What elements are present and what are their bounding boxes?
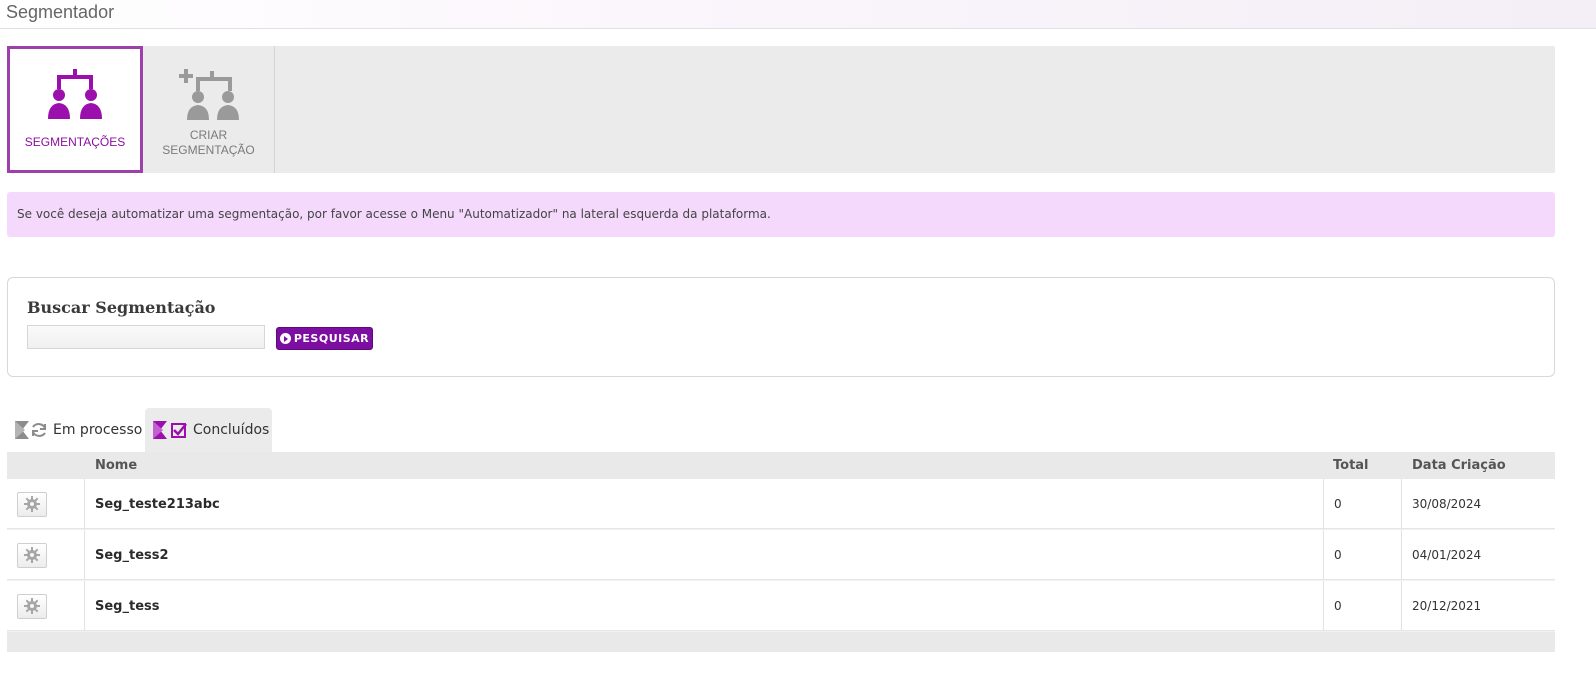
row-name[interactable]: Seg_tess2 <box>85 530 1324 580</box>
segment-group-icon <box>48 69 102 119</box>
table-footer <box>7 632 1555 652</box>
row-settings-button[interactable] <box>17 593 47 619</box>
page-title: Segmentador <box>6 2 115 22</box>
create-segment-icon <box>178 69 239 120</box>
row-date: 20/12/2021 <box>1412 599 1482 613</box>
column-header-date[interactable]: Data Criação <box>1412 458 1506 473</box>
column-header-total[interactable]: Total <box>1333 458 1369 473</box>
tab-concluidos-label: Concluídos <box>193 422 270 438</box>
search-title: Buscar Segmentação <box>27 298 216 317</box>
column-header-name[interactable]: Nome <box>95 458 137 473</box>
completed-icon <box>153 421 187 439</box>
table-header: Nome Total Data Criação <box>7 452 1555 479</box>
row-date: 04/01/2024 <box>1412 548 1482 562</box>
tab-em-processo-label: Em processo <box>53 422 143 438</box>
processing-icon <box>15 421 46 439</box>
tab-em-processo[interactable]: Em processo <box>7 408 145 452</box>
create-segmentation-label-line1: CRIAR <box>189 128 228 142</box>
search-button[interactable]: PESQUISAR <box>276 327 373 350</box>
segmentations-label: SEGMENTAÇÕES <box>24 135 126 149</box>
search-panel: Buscar Segmentação PESQUISAR <box>7 277 1555 377</box>
status-tabs: Em processo Concluídos <box>7 408 307 452</box>
row-name[interactable]: Seg_teste213abc <box>85 479 1324 529</box>
page-header: Segmentador <box>0 0 1596 29</box>
tab-concluidos[interactable]: Concluídos <box>145 408 272 452</box>
row-total: 0 <box>1324 479 1402 529</box>
segmentations-button[interactable]: SEGMENTAÇÕES <box>7 46 143 173</box>
search-input[interactable] <box>27 325 265 349</box>
gear-icon <box>24 598 40 614</box>
play-circle-icon <box>279 333 291 344</box>
row-actions-cell <box>7 581 85 631</box>
row-date: 30/08/2024 <box>1412 497 1482 511</box>
toolbar: SEGMENTAÇÕES CRIAR SEGMENTAÇÃO <box>7 46 1555 173</box>
row-total: 0 <box>1324 581 1402 631</box>
row-total: 0 <box>1324 530 1402 580</box>
row-actions-cell <box>7 530 85 580</box>
segmentations-table: Nome Total Data Criação Seg_teste213abc … <box>7 452 1555 652</box>
table-row: Seg_tess2 0 04/01/2024 <box>7 530 1555 580</box>
create-segmentation-button[interactable]: CRIAR SEGMENTAÇÃO <box>143 46 275 173</box>
row-settings-button[interactable] <box>17 491 47 517</box>
table-row: Seg_tess 0 20/12/2021 <box>7 581 1555 631</box>
search-button-label: PESQUISAR <box>293 332 370 345</box>
create-segmentation-label-line2: SEGMENTAÇÃO <box>162 143 255 157</box>
automation-notice: Se você deseja automatizar uma segmentaç… <box>7 192 1555 237</box>
gear-icon <box>24 496 40 512</box>
row-settings-button[interactable] <box>17 542 47 568</box>
row-actions-cell <box>7 479 85 529</box>
row-name[interactable]: Seg_tess <box>85 581 1324 631</box>
gear-icon <box>24 547 40 563</box>
table-row: Seg_teste213abc 0 30/08/2024 <box>7 479 1555 529</box>
